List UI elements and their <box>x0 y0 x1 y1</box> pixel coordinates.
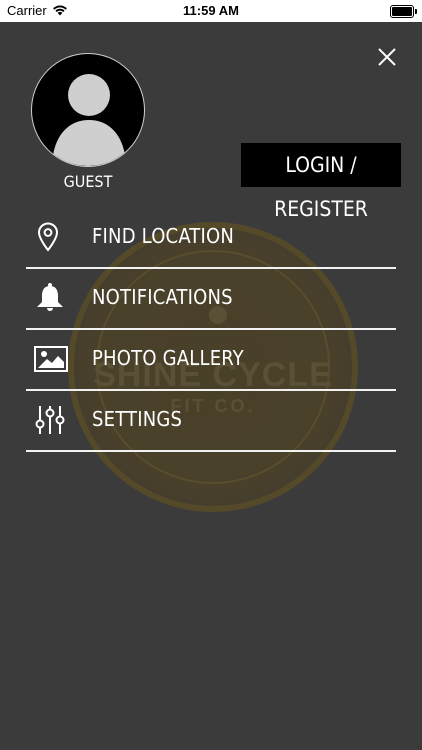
menu-item-label: NOTIFICATIONS <box>92 285 233 309</box>
user-silhouette-icon <box>52 74 126 166</box>
location-pin-icon <box>34 220 68 254</box>
side-menu: FIND LOCATION NOTIFICATIONS PHOTO GALLER… <box>26 208 396 452</box>
menu-item-label: FIND LOCATION <box>92 224 234 248</box>
menu-item-label: PHOTO GALLERY <box>92 346 244 370</box>
menu-item-find-location[interactable]: FIND LOCATION <box>26 208 396 269</box>
login-register-button[interactable]: LOGIN / REGISTER <box>241 143 401 221</box>
image-icon <box>34 342 68 376</box>
menu-item-photo-gallery[interactable]: PHOTO GALLERY <box>26 330 396 391</box>
menu-item-notifications[interactable]: NOTIFICATIONS <box>26 269 396 330</box>
close-icon <box>378 48 396 66</box>
menu-item-settings[interactable]: SETTINGS <box>26 391 396 452</box>
close-button[interactable] <box>374 44 400 70</box>
sliders-icon <box>34 403 68 437</box>
avatar[interactable] <box>31 53 145 167</box>
clock-time: 11:59 AM <box>183 3 239 18</box>
battery-icon <box>390 5 417 18</box>
status-bar: Carrier 11:59 AM <box>0 0 422 22</box>
bell-icon <box>34 281 68 315</box>
profile-name: GUEST <box>63 172 113 191</box>
menu-item-label: SETTINGS <box>92 407 183 431</box>
